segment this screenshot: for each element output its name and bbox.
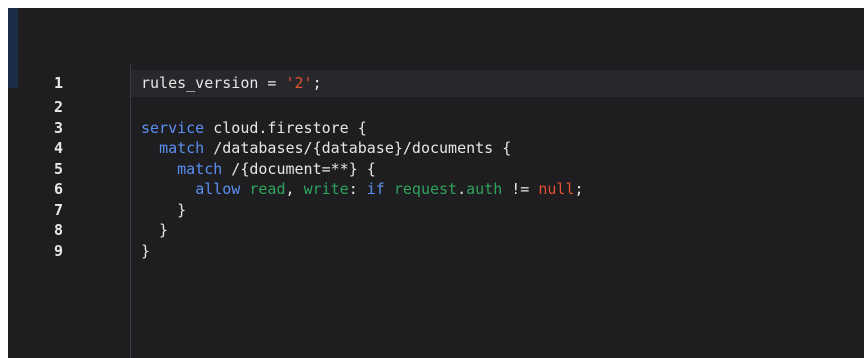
line-number: 3 [54, 118, 64, 137]
code-token: cloud.firestore { [204, 118, 367, 137]
code-token: read [249, 180, 286, 198]
code-token: match [177, 159, 223, 178]
line-number: 7 [54, 200, 64, 219]
code-line[interactable]: } [141, 241, 861, 262]
code-token: rules_version = [141, 74, 286, 92]
code-token: write [303, 180, 349, 198]
code-token: } [141, 241, 151, 260]
code-token: /databases/{database}/documents { [204, 139, 512, 157]
gutter-divider [130, 64, 131, 358]
line-number: 1 [54, 74, 64, 92]
line-number: 4 [54, 139, 64, 157]
code-token: } [141, 221, 169, 239]
code-token: /{document=**} { [222, 159, 376, 178]
code-line[interactable]: rules_version = '2'; [141, 70, 861, 97]
line-number: 9 [54, 241, 64, 260]
code-token: request [393, 180, 458, 198]
code-token: service [141, 118, 205, 137]
code-line[interactable]: } [141, 220, 861, 241]
code-line[interactable]: service cloud.firestore { [141, 118, 861, 139]
code-line[interactable] [141, 97, 861, 118]
code-token: ; [312, 74, 322, 92]
code-line[interactable]: match /databases/{database}/documents { [141, 138, 861, 159]
code-token: } [141, 200, 187, 219]
code-token: '2' [285, 74, 313, 92]
code-token: : [348, 180, 367, 198]
editor-tab-bar [8, 8, 864, 64]
line-number-gutter: 1 2 3 4 5 6 7 8 9 [8, 70, 130, 261]
line-number: 8 [54, 221, 64, 239]
line-number: 6 [54, 180, 64, 198]
code-token: allow [195, 180, 241, 198]
code-token: if [366, 180, 385, 198]
line-number: 5 [54, 159, 64, 178]
code-token: null [538, 180, 575, 198]
code-editor[interactable]: 1 2 3 4 5 6 7 8 9 rules_version = '2'; service cl… [8, 8, 864, 358]
code-token: match [159, 139, 205, 157]
code-line[interactable]: allow read, write: if request.auth != nu… [141, 179, 861, 200]
code-token: . [457, 180, 467, 198]
code-token: != [502, 180, 539, 198]
code-token: ; [574, 180, 584, 198]
line-number: 2 [54, 98, 64, 116]
code-line[interactable]: match /{document=**} { [141, 159, 861, 180]
code-area[interactable]: rules_version = '2'; service cloud.firest… [141, 70, 861, 261]
code-token: auth [466, 180, 503, 198]
code-line[interactable]: } [141, 200, 861, 221]
code-token: , [285, 180, 304, 198]
